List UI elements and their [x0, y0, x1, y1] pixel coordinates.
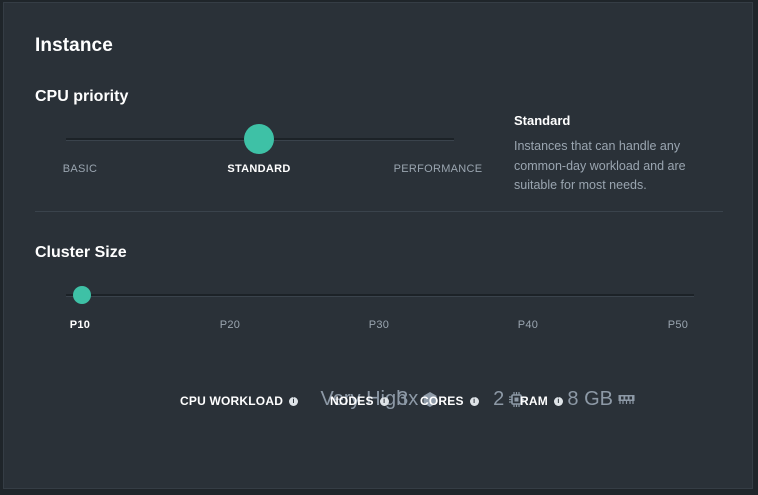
cpu-priority-title: CPU priority — [35, 88, 129, 105]
memory-icon — [618, 395, 635, 404]
info-icon[interactable]: i — [379, 396, 389, 406]
cluster-size-title: Cluster Size — [35, 244, 127, 261]
section-divider — [35, 211, 723, 212]
spec-ram-label: RAM — [520, 394, 548, 408]
spec-ram: RAM i 8 GB — [508, 383, 635, 411]
cluster-size-option-p50[interactable]: P50 — [668, 319, 688, 331]
cpu-priority-description-title: Standard — [514, 113, 571, 128]
spec-ram-value: 8 GB — [567, 388, 613, 410]
cluster-size-option-p10[interactable]: P10 — [70, 319, 90, 331]
cpu-priority-slider-thumb[interactable] — [244, 124, 274, 154]
instance-panel: Instance CPU priority BASIC STANDARD PER… — [3, 2, 753, 489]
cpu-priority-option-standard[interactable]: STANDARD — [227, 163, 290, 175]
cluster-size-slider-track[interactable] — [66, 294, 694, 297]
cluster-size-slider-thumb[interactable] — [73, 286, 91, 304]
info-icon[interactable]: i — [553, 396, 563, 406]
spec-nodes-label: NODES — [330, 394, 374, 408]
info-icon[interactable]: i — [469, 396, 479, 406]
panel-title: Instance — [35, 35, 113, 56]
cpu-priority-option-basic[interactable]: BASIC — [63, 163, 98, 175]
cpu-priority-description: Instances that can handle any common-day… — [514, 139, 686, 192]
spec-cores-value: 2 — [493, 388, 505, 410]
cpu-priority-option-performance[interactable]: PERFORMANCE — [394, 163, 483, 175]
cluster-size-option-p40[interactable]: P40 — [518, 319, 538, 331]
spec-nodes-value: 3x — [397, 388, 419, 410]
spec-cores-label: CORES — [420, 394, 464, 408]
info-icon[interactable]: i — [289, 396, 299, 406]
cluster-size-option-p20[interactable]: P20 — [220, 319, 240, 331]
cluster-size-option-p30[interactable]: P30 — [369, 319, 389, 331]
spec-cpu-workload-label: CPU WORKLOAD — [180, 394, 284, 408]
